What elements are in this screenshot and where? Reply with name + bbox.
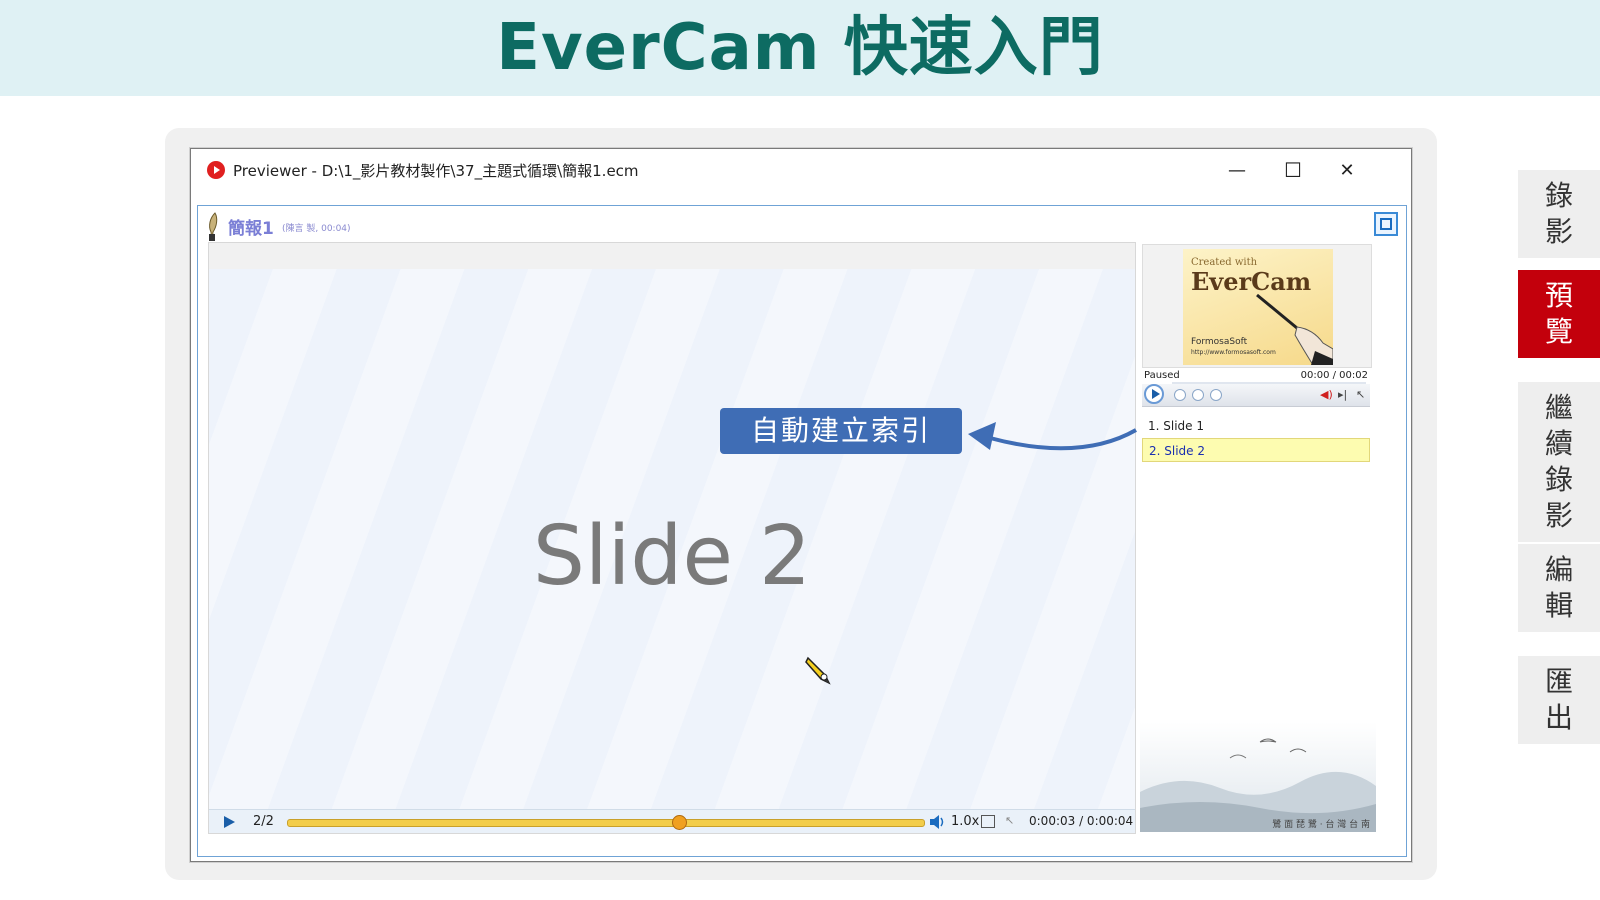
side-nav-item[interactable]: 錄影 <box>1518 170 1600 258</box>
side-nav-item[interactable]: 預覽 <box>1518 270 1600 358</box>
slide-viewer[interactable]: Slide 2 2/2 1.0x ↖ 0:00:03 / 0:00:04 <box>208 242 1136 834</box>
side-nav-char: 續 <box>1544 427 1573 460</box>
progress-knob[interactable] <box>672 815 688 830</box>
index-item[interactable]: 2. Slide 2 <box>1142 438 1370 462</box>
playback-time: 0:00:03 / 0:00:04 <box>1029 814 1134 828</box>
side-nav-char: 繼 <box>1544 391 1573 424</box>
quill-icon <box>209 212 218 242</box>
side-nav-item[interactable]: 匯出 <box>1518 656 1600 744</box>
side-nav-char: 錄 <box>1544 463 1573 496</box>
side-nav-char: 輯 <box>1544 589 1573 622</box>
rewind-icon[interactable] <box>1192 389 1204 401</box>
minimize-button[interactable]: — <box>1215 155 1259 185</box>
pencil-cursor-icon <box>805 656 831 685</box>
slide-top-strip <box>209 243 1135 269</box>
annotation-callout: 自動建立索引 <box>720 408 962 454</box>
thumbnail-url: http://www.formosasoft.com <box>1191 349 1276 356</box>
fullscreen-icon[interactable] <box>1374 212 1398 236</box>
thumbnail-box: Created with EverCam FormosaSoft http://… <box>1142 244 1372 368</box>
index-panel: Created with EverCam FormosaSoft http://… <box>1140 242 1376 832</box>
side-nav-char: 匯 <box>1544 665 1573 698</box>
pointer-icon[interactable]: ↖ <box>1005 814 1014 827</box>
side-nav-item[interactable]: 繼續錄影 <box>1518 382 1600 542</box>
mini-player-status: Paused <box>1144 370 1180 381</box>
document-subtitle: (陳言 製, 00:04) <box>282 224 351 234</box>
side-nav-item[interactable]: 編輯 <box>1518 544 1600 632</box>
side-nav-char: 影 <box>1544 215 1573 248</box>
document-header: 簡報1 (陳言 製, 00:04) <box>202 210 1102 242</box>
mini-play-icon[interactable] <box>1144 384 1164 404</box>
annotation-arrow <box>968 422 1137 451</box>
next-frame-icon[interactable]: ▸| <box>1338 388 1347 401</box>
stop-icon[interactable] <box>1174 389 1186 401</box>
slide-counter: 2/2 <box>253 814 274 829</box>
window-title: Previewer - D:\1_影片教材製作\37_主題式循環\簡報1.ecm <box>233 162 639 180</box>
volume-icon[interactable] <box>929 814 947 830</box>
player-bar: 2/2 1.0x ↖ 0:00:03 / 0:00:04 <box>209 809 1135 833</box>
mute-icon[interactable]: ◀) <box>1320 388 1333 401</box>
mini-player-time: 00:00 / 00:02 <box>1300 370 1368 381</box>
decoration-caption: 鷺 面 琵 鷺 · 台 灣 台 南 <box>1272 820 1370 830</box>
egret-decoration: 鷺 面 琵 鷺 · 台 灣 台 南 <box>1140 722 1376 832</box>
play-icon[interactable] <box>221 814 237 830</box>
previewer-window: Previewer - D:\1_影片教材製作\37_主題式循環\簡報1.ecm… <box>190 148 1412 862</box>
side-nav-char: 錄 <box>1544 179 1573 212</box>
mini-player-controls: ◀) ▸| ↖ <box>1142 384 1370 407</box>
side-nav-char: 影 <box>1544 499 1573 532</box>
index-list: 1. Slide 1 2. Slide 2 <box>1142 414 1370 462</box>
slide-text: Slide 2 <box>532 509 812 604</box>
fit-window-icon[interactable] <box>981 815 995 828</box>
index-item[interactable]: 1. Slide 1 <box>1142 414 1370 438</box>
fast-forward-icon[interactable] <box>1210 389 1222 401</box>
progress-track[interactable] <box>287 819 925 827</box>
mini-pointer-icon[interactable]: ↖ <box>1356 388 1365 401</box>
egret-scene-icon <box>1140 738 1376 832</box>
page-title: EverCam 快速入門 <box>496 11 1104 85</box>
evercam-app-icon <box>207 161 225 179</box>
side-nav-char: 覽 <box>1544 315 1573 348</box>
speed-selector[interactable]: 1.0x <box>951 814 979 829</box>
side-nav-char: 編 <box>1544 553 1573 586</box>
close-button[interactable]: ✕ <box>1325 155 1369 185</box>
side-nav-char: 出 <box>1544 701 1573 734</box>
evercam-thumbnail: Created with EverCam FormosaSoft http://… <box>1183 249 1333 365</box>
maximize-button[interactable]: ☐ <box>1271 155 1315 185</box>
window-titlebar[interactable]: Previewer - D:\1_影片教材製作\37_主題式循環\簡報1.ecm… <box>191 149 1411 191</box>
document-title: 簡報1 <box>228 219 274 239</box>
thumbnail-brand: FormosaSoft <box>1191 337 1248 347</box>
previewer-client: 簡報1 (陳言 製, 00:04) Slide 2 2/2 1.0x ↖ 0:0… <box>197 205 1407 857</box>
side-nav-char: 預 <box>1544 279 1573 312</box>
